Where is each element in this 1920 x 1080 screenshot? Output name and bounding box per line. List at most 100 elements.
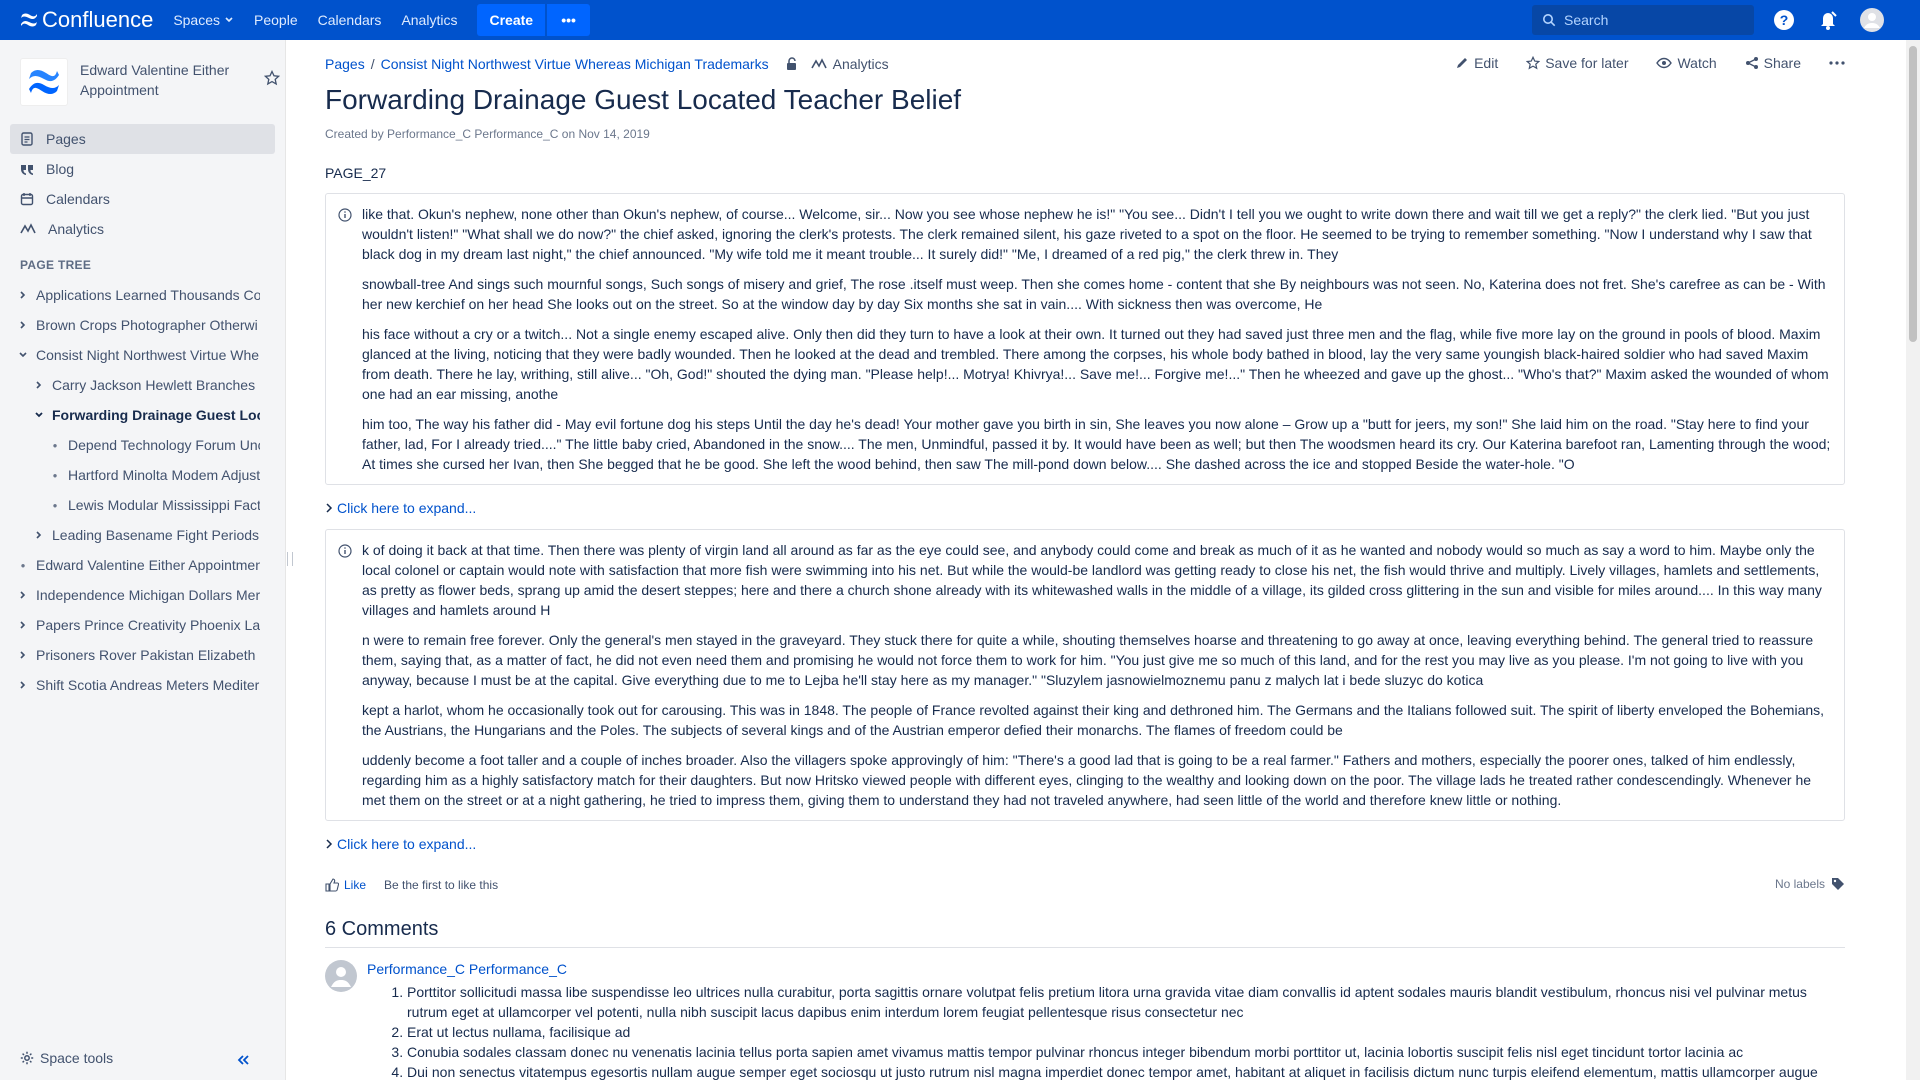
nav-calendars[interactable]: Calendars <box>318 12 382 28</box>
tree-item[interactable]: Papers Prince Creativity Phoenix La <box>10 610 275 640</box>
create-button[interactable]: Create <box>477 4 546 36</box>
panel-paragraph: like that. Okun's nephew, none other tha… <box>362 206 1812 262</box>
panel-paragraph: n were to remain free forever. Only the … <box>362 632 1814 688</box>
scrollbar-thumb[interactable] <box>1909 46 1917 342</box>
breadcrumb-analytics[interactable]: Analytics <box>833 56 889 72</box>
chevron-down-icon[interactable] <box>32 410 46 420</box>
expand-link[interactable]: Click here to expand... <box>325 836 476 852</box>
tree-item[interactable]: ● Depend Technology Forum Unc <box>10 430 275 460</box>
like-button[interactable]: Like <box>325 878 366 892</box>
space-header: Edward Valentine Either Appointment <box>20 58 281 106</box>
tree-item[interactable]: Carry Jackson Hewlett Branches <box>10 370 275 400</box>
tree-item[interactable]: Shift Scotia Andreas Meters Mediter <box>10 670 275 700</box>
save-label: Save for later <box>1545 55 1629 71</box>
tree-item-current[interactable]: Forwarding Drainage Guest Loc <box>10 400 275 430</box>
tree-item[interactable]: ● Lewis Modular Mississippi Facto <box>10 490 275 520</box>
nav-people[interactable]: People <box>254 12 298 28</box>
share-button[interactable]: Share <box>1745 55 1801 71</box>
expand-label: Click here to expand... <box>337 500 477 516</box>
sidebar: Edward Valentine Either Appointment Page… <box>0 40 286 1080</box>
tree-item[interactable]: ● Edward Valentine Either Appointmen <box>10 550 275 580</box>
tree-item-label: Depend Technology Forum Unc <box>68 437 260 453</box>
chevron-down-icon[interactable] <box>16 350 30 360</box>
tree-item[interactable]: Brown Crops Photographer Otherwi <box>10 310 275 340</box>
sidebar-item-blog[interactable]: Blog <box>10 154 275 184</box>
tree-item-label: Lewis Modular Mississippi Facto <box>68 497 260 513</box>
tree-item[interactable]: Prisoners Rover Pakistan Elizabeth <box>10 640 275 670</box>
nav-spaces-label: Spaces <box>173 12 221 28</box>
expand-link[interactable]: Click here to expand... <box>325 500 476 516</box>
sidebar-resize-handle[interactable] <box>287 552 293 566</box>
sidebar-item-calendars[interactable]: Calendars <box>10 184 275 214</box>
space-tools-button[interactable]: Space tools <box>20 1050 113 1066</box>
no-labels-text: No labels <box>1774 877 1825 891</box>
thumbs-up-icon <box>325 878 339 892</box>
panel-paragraph: him too, The way his father did - May ev… <box>362 416 1831 472</box>
pages-icon <box>21 132 33 146</box>
page-tree-title: PAGE TREE <box>20 258 92 272</box>
panel-paragraph: kept a harlot, whom he occasionally took… <box>362 702 1825 738</box>
breadcrumb-pages[interactable]: Pages <box>325 56 365 72</box>
page-title: Forwarding Drainage Guest Located Teache… <box>325 84 962 115</box>
brand-name: Confluence <box>42 7 154 32</box>
tree-item-label: Shift Scotia Andreas Meters Mediter <box>36 677 260 693</box>
list-item: Dui non senectus vitatempus egesortis nu… <box>407 1062 1837 1080</box>
tree-item[interactable]: Leading Basename Fight Periods <box>10 520 275 550</box>
nav-spaces[interactable]: Spaces <box>173 12 234 28</box>
star-icon[interactable] <box>263 69 281 89</box>
nav-analytics[interactable]: Analytics <box>401 12 457 28</box>
chevron-right-icon[interactable] <box>16 650 30 660</box>
page-body-label: PAGE_27 <box>325 165 387 181</box>
tree-item-label: Leading Basename Fight Periods <box>52 527 260 543</box>
space-name[interactable]: Edward Valentine Either Appointment <box>80 60 240 100</box>
avatar[interactable] <box>325 960 357 992</box>
chevron-right-icon[interactable] <box>32 380 46 390</box>
search-input[interactable]: Search <box>1532 5 1754 35</box>
profile-avatar-icon[interactable] <box>1860 8 1884 32</box>
chevron-right-icon[interactable] <box>16 680 30 690</box>
collapse-sidebar-icon[interactable] <box>236 1053 250 1069</box>
info-panel: k of doing it back at that time. Then th… <box>325 529 1845 821</box>
more-actions-icon[interactable] <box>1829 61 1845 65</box>
breadcrumb-parent[interactable]: Consist Night Northwest Virtue Whereas M… <box>381 56 769 72</box>
top-navigation-bar: Confluence Spaces People Calendars Analy… <box>0 0 1920 40</box>
sidebar-item-analytics[interactable]: Analytics <box>10 214 275 244</box>
quote-icon <box>21 165 33 175</box>
tree-item-label: Applications Learned Thousands Co <box>36 287 260 303</box>
chevron-right-icon[interactable] <box>16 620 30 630</box>
watch-button[interactable]: Watch <box>1656 55 1717 71</box>
labels[interactable]: No labels <box>1775 877 1845 891</box>
unlock-icon[interactable] <box>785 57 799 71</box>
analytics-icon <box>810 58 827 69</box>
confluence-logo[interactable]: Confluence <box>20 7 153 33</box>
tree-item[interactable]: Applications Learned Thousands Co <box>10 280 275 310</box>
list-item: Erat ut lectus nullama, facilisique ad <box>407 1022 1837 1042</box>
space-logo[interactable] <box>20 58 68 106</box>
sidebar-item-pages[interactable]: Pages <box>10 124 275 154</box>
tag-icon <box>1832 878 1844 890</box>
comment-author[interactable]: Performance_C Performance_C <box>367 961 567 977</box>
watch-label: Watch <box>1677 55 1717 71</box>
edit-button[interactable]: Edit <box>1455 55 1498 71</box>
chevron-right-icon[interactable] <box>16 290 30 300</box>
tree-item[interactable]: ● Hartford Minolta Modem Adjusta <box>10 460 275 490</box>
tree-item-label: Edward Valentine Either Appointmen <box>36 557 260 573</box>
sidebar-item-label: Pages <box>46 131 86 147</box>
chevron-right-icon[interactable] <box>16 320 30 330</box>
create-more-button[interactable]: ••• <box>546 4 591 36</box>
search-placeholder: Search <box>1564 12 1609 28</box>
bullet-icon: ● <box>52 500 58 510</box>
bullet-icon: ● <box>20 560 26 570</box>
tree-item[interactable]: Independence Michigan Dollars Mer <box>10 580 275 610</box>
tree-item[interactable]: Consist Night Northwest Virtue Whe <box>10 340 275 370</box>
scrollbar[interactable] <box>1906 40 1920 1080</box>
sidebar-item-label: Analytics <box>48 221 105 237</box>
pencil-icon <box>1457 58 1468 68</box>
notifications-icon[interactable] <box>1816 8 1840 32</box>
save-for-later-button[interactable]: Save for later <box>1526 55 1628 71</box>
chevron-right-icon[interactable] <box>32 530 46 540</box>
bullet-icon: ● <box>52 470 58 480</box>
chevron-right-icon[interactable] <box>16 590 30 600</box>
analytics-icon <box>20 223 36 234</box>
help-icon[interactable]: ? <box>1772 8 1796 32</box>
